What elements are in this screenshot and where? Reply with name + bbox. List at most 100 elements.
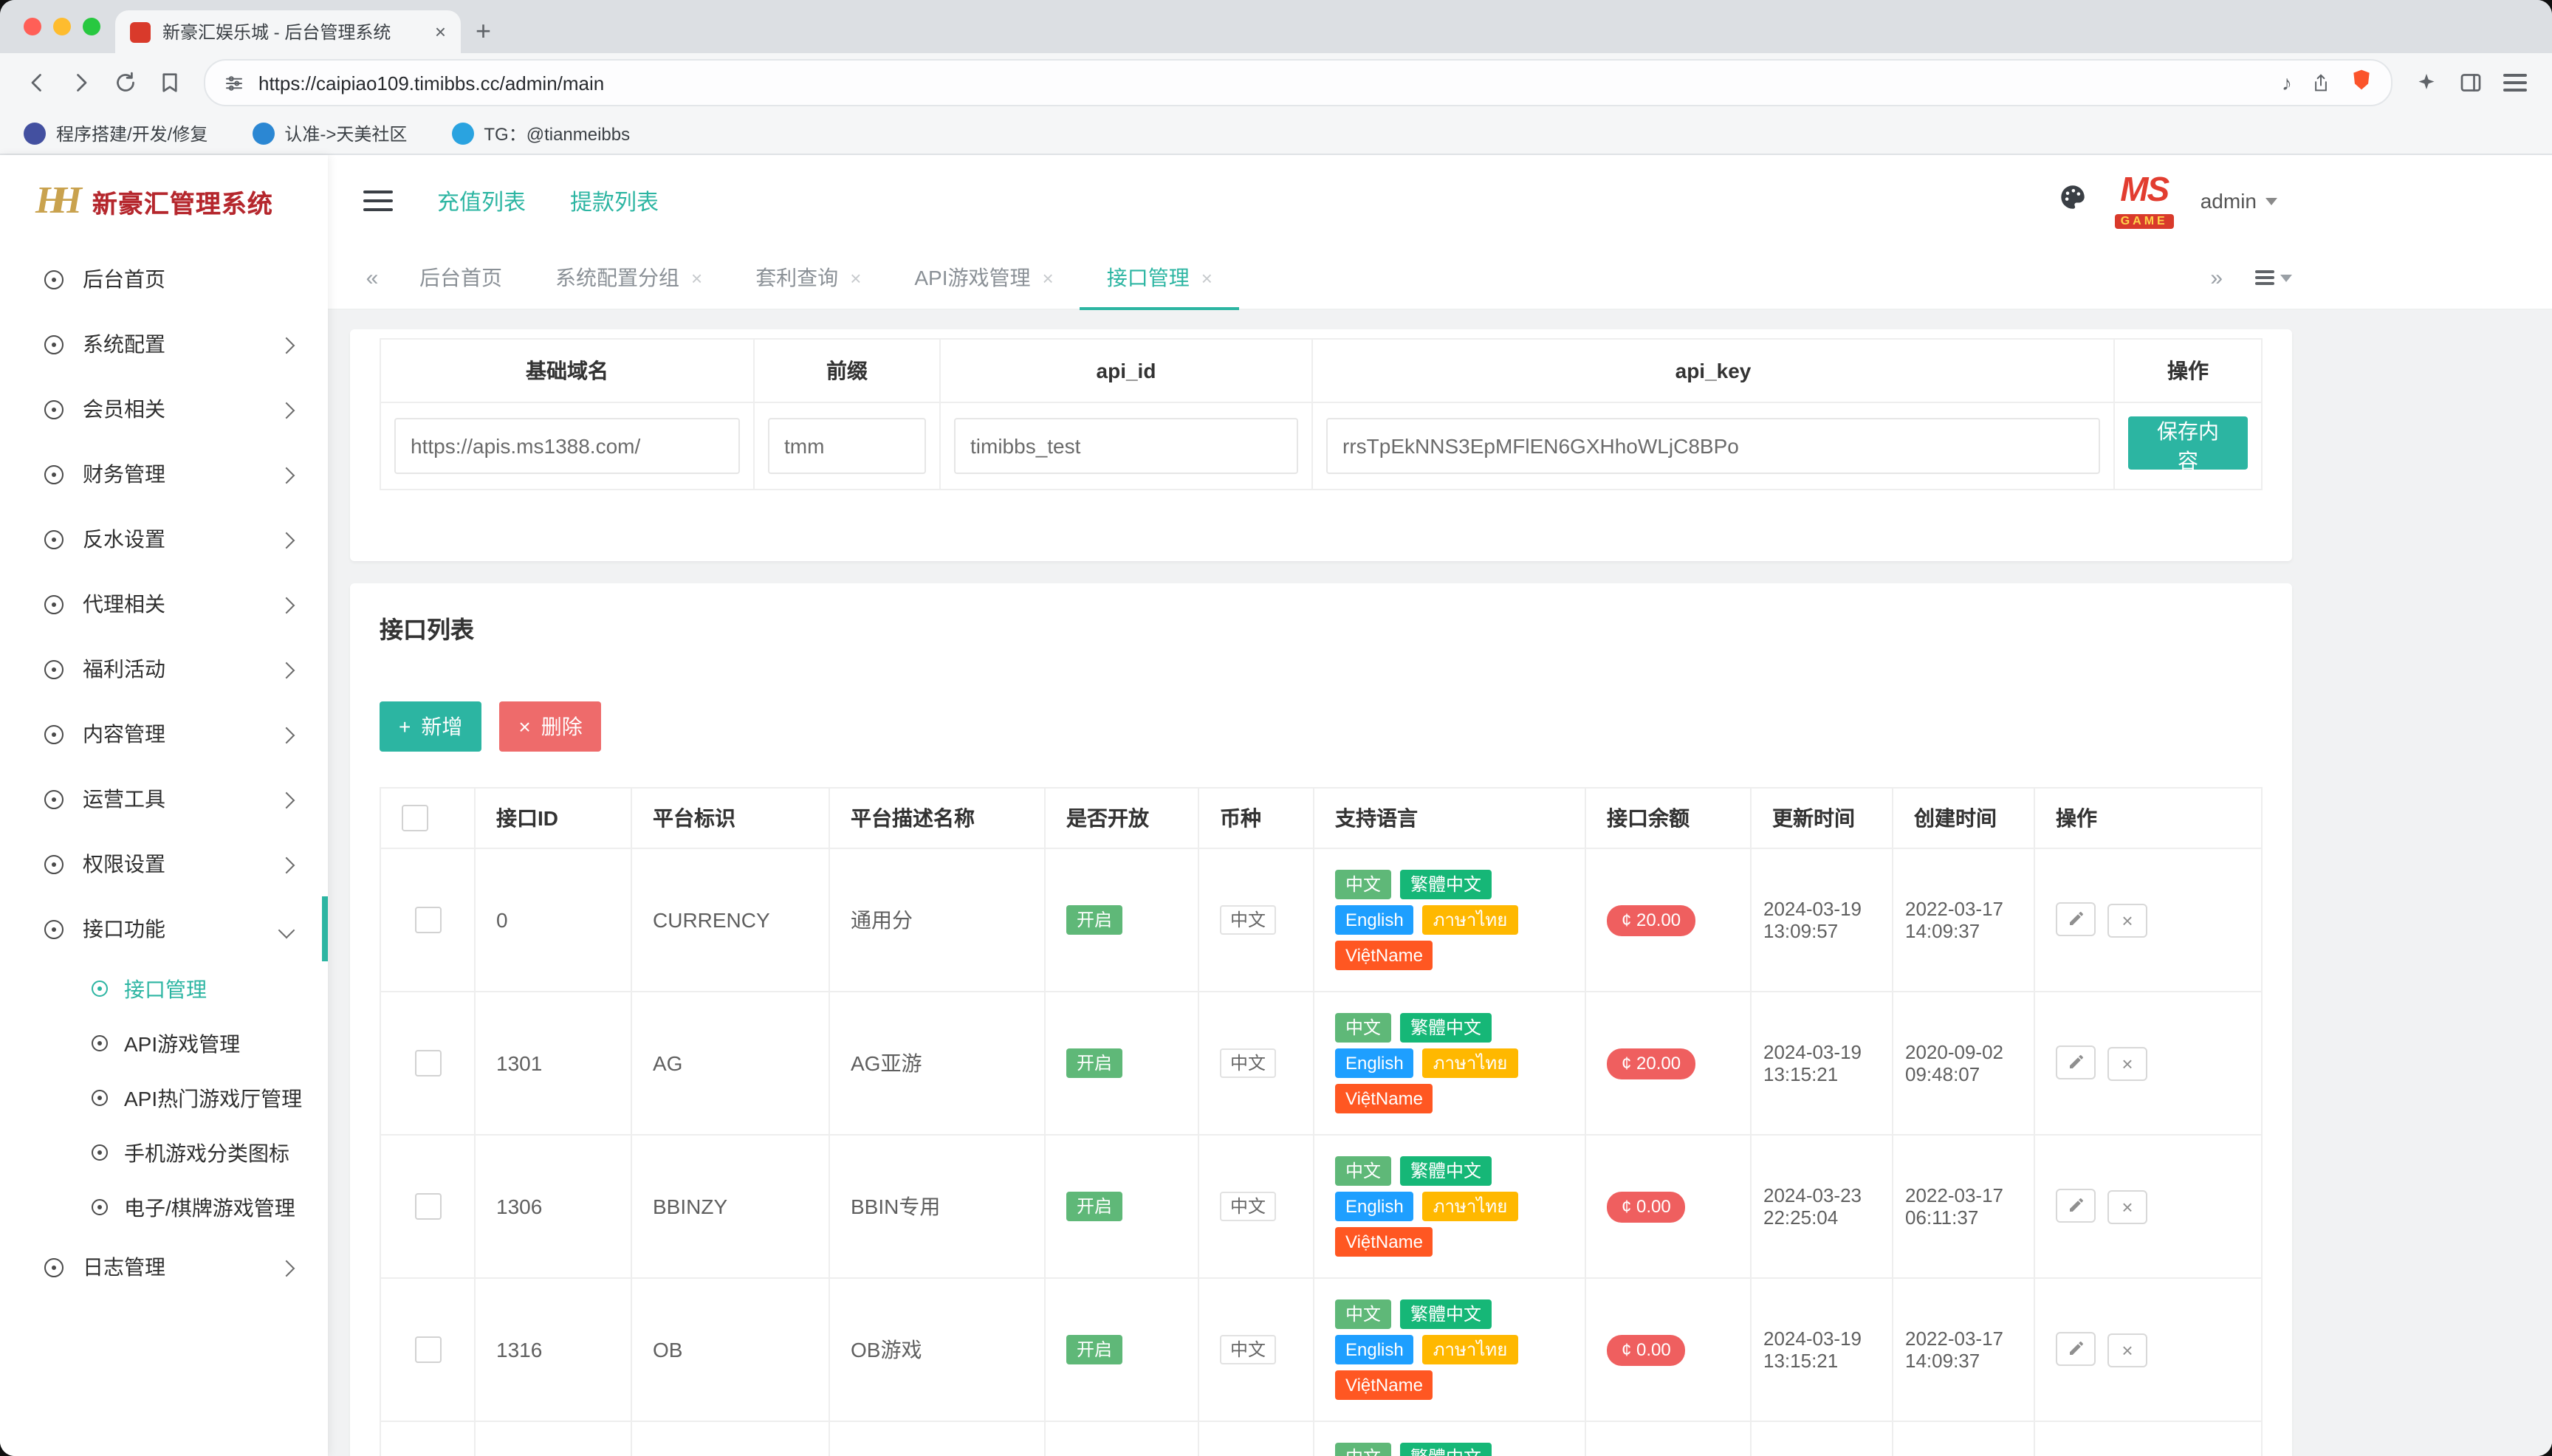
minimize-window-button[interactable] [53, 18, 71, 35]
browser-tab[interactable]: 新豪汇娱乐城 - 后台管理系统 × [115, 10, 461, 53]
brave-shields-icon[interactable] [2350, 67, 2373, 98]
column-header[interactable]: 接口余额 [1585, 788, 1751, 848]
deposit-list-link[interactable]: 充值列表 [437, 185, 526, 216]
address-bar[interactable]: https://caipiao109.timibbs.cc/admin/main… [204, 59, 2392, 106]
save-button[interactable]: 保存内容 [2128, 416, 2248, 470]
forward-icon[interactable] [59, 61, 103, 105]
close-icon[interactable]: × [1201, 267, 1212, 289]
collapse-sidebar-icon[interactable] [363, 190, 393, 211]
browser-window: 新豪汇娱乐城 - 后台管理系统 × + https://caipiao109.t… [0, 0, 2552, 1456]
edit-row-button[interactable] [2056, 1189, 2096, 1223]
column-header[interactable]: 支持语言 [1314, 788, 1585, 848]
language-badge: 中文 [1335, 1013, 1391, 1043]
bookmark-item[interactable]: 程序搭建/开发/修复 [24, 120, 207, 145]
delete-row-button[interactable]: × [2107, 1334, 2147, 1368]
close-tab-icon[interactable]: × [435, 21, 446, 43]
media-control-icon[interactable]: ♪ [2282, 71, 2292, 95]
row-checkbox[interactable] [414, 1193, 441, 1220]
sidebar-item-label: 接口功能 [83, 914, 165, 944]
sidebar-item[interactable]: 内容管理 [0, 701, 328, 766]
sidebar-item[interactable]: 代理相关 [0, 571, 328, 636]
delete-row-button[interactable]: × [2107, 904, 2147, 938]
sidebar-item[interactable]: 后台首页 [0, 247, 328, 312]
delete-row-button[interactable]: × [2107, 1191, 2147, 1225]
column-header[interactable]: 平台标识 [631, 788, 829, 848]
sidebar-item[interactable]: 财务管理 [0, 442, 328, 506]
sidebar-subitem[interactable]: API游戏管理 [0, 1016, 328, 1071]
new-tab-button[interactable]: + [476, 16, 491, 47]
close-icon[interactable]: × [1043, 267, 1054, 289]
tabs-scroll-left-icon[interactable]: « [351, 265, 393, 290]
sidebar-item[interactable]: 系统配置 [0, 312, 328, 377]
page-tab[interactable]: API游戏管理× [888, 247, 1080, 309]
balance-badge: ¢ 20.00 [1607, 904, 1695, 935]
sidebar-subitem[interactable]: 电子/棋牌游戏管理 [0, 1180, 328, 1234]
row-checkbox[interactable] [414, 907, 441, 933]
add-button[interactable]: + 新增 [380, 701, 481, 752]
app-logo[interactable]: HH 新豪汇管理系统 [0, 155, 328, 247]
reload-icon[interactable] [103, 61, 148, 105]
sidebar-subitem[interactable]: API热门游戏厅管理 [0, 1071, 328, 1125]
api-key-input[interactable] [1326, 418, 2100, 474]
back-icon[interactable] [15, 61, 59, 105]
sidebar-subitem[interactable]: 手机游戏分类图标 [0, 1125, 328, 1180]
site-settings-icon[interactable] [223, 72, 245, 94]
balance-badge: ¢ 0.00 [1607, 1334, 1686, 1365]
column-header[interactable]: 接口ID [475, 788, 631, 848]
sidebar-toggle-icon[interactable] [2449, 61, 2493, 105]
edit-row-button[interactable] [2056, 902, 2096, 936]
close-icon[interactable]: × [850, 267, 861, 289]
column-header[interactable]: 平台描述名称 [829, 788, 1045, 848]
circle-icon [92, 1035, 108, 1051]
sidebar-item[interactable]: 会员相关 [0, 377, 328, 442]
sidebar-item[interactable]: 反水设置 [0, 506, 328, 571]
column-header[interactable]: 创建时间 [1893, 788, 2034, 848]
page-tab[interactable]: 系统配置分组× [529, 247, 729, 309]
table-row: 1301AGAG亚游开启中文中文繁體中文EnglishภาษาไทยViệtNa… [380, 992, 2262, 1135]
close-window-button[interactable] [24, 18, 41, 35]
user-menu[interactable]: admin [2201, 189, 2277, 213]
column-header[interactable]: 操作 [2034, 788, 2262, 848]
delete-button[interactable]: × 删除 [499, 701, 601, 752]
withdraw-list-link[interactable]: 提款列表 [570, 185, 659, 216]
column-header[interactable]: 更新时间 [1751, 788, 1893, 848]
sidebar-item[interactable]: 运营工具 [0, 766, 328, 831]
bookmark-item[interactable]: TG：@tianmeibbs [451, 120, 630, 145]
tabs-scroll-right-icon[interactable]: » [2210, 265, 2223, 290]
tabs-menu-icon[interactable] [2255, 270, 2292, 285]
cell-interface-id: 1321 [475, 1421, 631, 1456]
bookmarks-bar: 程序搭建/开发/修复 认准->天美社区 TG：@tianmeibbs [0, 112, 2552, 155]
bookmark-icon[interactable] [148, 61, 192, 105]
column-header[interactable]: 币种 [1198, 788, 1314, 848]
api-id-input[interactable] [954, 418, 1298, 474]
sidebar-subitem[interactable]: 接口管理 [0, 961, 328, 1016]
language-badge: ภาษาไทย [1423, 1048, 1518, 1078]
row-checkbox[interactable] [414, 1050, 441, 1076]
page-tab[interactable]: 后台首页 [393, 247, 529, 309]
row-checkbox[interactable] [414, 1336, 441, 1363]
sidebar-item[interactable]: 福利活动 [0, 636, 328, 701]
share-icon[interactable] [2310, 72, 2332, 94]
page-tab[interactable]: 接口管理× [1080, 247, 1239, 309]
bookmark-item[interactable]: 认准->天美社区 [252, 120, 407, 145]
sidebar-item[interactable]: 接口功能 [0, 896, 328, 961]
theme-palette-icon[interactable] [2057, 182, 2088, 220]
sidebar-item[interactable]: 权限设置 [0, 831, 328, 896]
page-tab[interactable]: 套利查询× [729, 247, 888, 309]
prefix-input[interactable] [768, 418, 926, 474]
sidebar-item[interactable]: 日志管理 [0, 1234, 328, 1299]
x-icon: × [518, 716, 530, 737]
edit-row-button[interactable] [2056, 1045, 2096, 1079]
language-badge: English [1335, 905, 1414, 935]
sidebar-item-label: 财务管理 [83, 459, 165, 489]
zoom-window-button[interactable] [83, 18, 100, 35]
base-domain-input[interactable] [394, 418, 740, 474]
close-icon[interactable]: × [691, 267, 702, 289]
delete-row-button[interactable]: × [2107, 1048, 2147, 1082]
column-header[interactable]: 是否开放 [1045, 788, 1198, 848]
ms-game-logo: MS GAME [2115, 172, 2174, 230]
select-all-checkbox[interactable] [402, 805, 428, 831]
leo-ai-icon[interactable] [2404, 61, 2449, 105]
browser-menu-icon[interactable] [2493, 61, 2537, 105]
edit-row-button[interactable] [2056, 1332, 2096, 1366]
